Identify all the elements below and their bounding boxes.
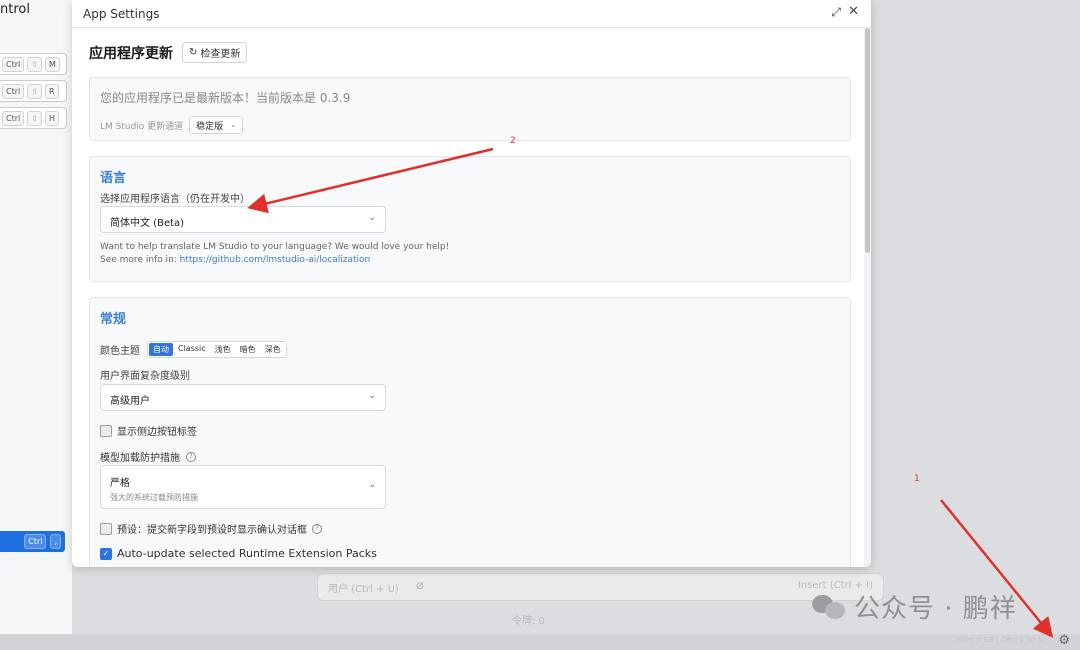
- theme-row: 颜色主题 自动 Classic 浅色 暗色 深色: [100, 341, 287, 358]
- sidebar-labels-text: 显示侧边按钮标签: [117, 427, 197, 438]
- shortcut-row[interactable]: Ctrl ⇧ H: [0, 107, 67, 129]
- sidebar-labels-row[interactable]: 显示侧边按钮标签: [100, 423, 197, 438]
- dialog-header: App Settings ⤢ ✕: [72, 0, 871, 28]
- chevron-down-icon: ⌄: [368, 480, 376, 490]
- dialog-title: App Settings: [83, 6, 160, 21]
- update-panel: 您的应用程序已是最新版本！当前版本是 0.3.9 LM Studio 更新通道 …: [89, 77, 851, 141]
- localization-link[interactable]: https://github.com/lmstudio-ai/localizat…: [180, 255, 371, 265]
- shortcut-row[interactable]: Ctrl ⇧ M: [0, 53, 67, 75]
- update-header: 应用程序更新 ↻ 检查更新: [89, 42, 248, 63]
- theme-option-light[interactable]: 浅色: [211, 343, 235, 356]
- check-update-button[interactable]: ↻ 检查更新: [182, 42, 248, 63]
- refresh-icon: ↻: [189, 47, 198, 58]
- translate-help: Want to help translate LM Studio to your…: [100, 241, 449, 267]
- language-panel: 语言 选择应用程序语言（仍在开发中） 简体中文 (Beta) ⌄ Want to…: [89, 156, 851, 282]
- theme-segmented: 自动 Classic 浅色 暗色 深色: [147, 341, 287, 358]
- general-panel: 常规 颜色主题 自动 Classic 浅色 暗色 深色 用户界面复杂度级别 高级…: [89, 297, 851, 567]
- close-icon[interactable]: ✕: [848, 4, 859, 19]
- help-prefix: See more info in:: [100, 255, 180, 265]
- annotation-label-2: 2: [510, 136, 516, 146]
- general-title: 常规: [100, 312, 127, 327]
- language-select[interactable]: 简体中文 (Beta) ⌄: [100, 206, 386, 233]
- help-icon[interactable]: ?: [186, 451, 196, 462]
- help-icon[interactable]: ?: [312, 523, 322, 534]
- kbd-key: M: [44, 56, 60, 72]
- auto-update-text: Auto-update selected Runtime Extension P…: [117, 547, 377, 560]
- translate-help-line: Want to help translate LM Studio to your…: [100, 242, 450, 252]
- kbd-ctrl: Ctrl: [24, 534, 47, 549]
- kbd-shift: ⇧: [27, 56, 42, 72]
- chevron-down-icon: ⌄: [368, 213, 376, 223]
- auto-update-row[interactable]: ✓ Auto-update selected Runtime Extension…: [100, 547, 377, 560]
- translate-help-line2: See more info in: https://github.com/lms…: [100, 254, 449, 267]
- preset-confirm-checkbox[interactable]: [100, 522, 112, 535]
- channel-row: LM Studio 更新通道 稳定版 ⌄: [100, 116, 244, 134]
- theme-label: 颜色主题: [100, 346, 140, 357]
- guard-label-row: 模型加载防护措施 ?: [100, 449, 196, 464]
- preset-confirm-row[interactable]: 预设：提交新字段到预设时显示确认对话框 ?: [100, 521, 322, 536]
- complexity-select[interactable]: 高级用户 ⌄: [100, 384, 386, 411]
- scrollbar[interactable]: [864, 28, 871, 567]
- app-settings-dialog: App Settings ⤢ ✕ 应用程序更新 ↻ 检查更新 您的应用程序已是最…: [72, 0, 871, 567]
- theme-option-auto[interactable]: 自动: [149, 343, 173, 356]
- theme-option-dark[interactable]: 暗色: [236, 343, 260, 356]
- channel-select[interactable]: 稳定版 ⌄: [189, 116, 244, 134]
- kbd-shift: ⇧: [27, 83, 42, 99]
- kbd-ctrl: Ctrl: [2, 110, 25, 126]
- update-status: 您的应用程序已是最新版本！当前版本是 0.3.9: [100, 91, 351, 105]
- token-count: 令牌: 0: [512, 616, 545, 627]
- settings-gear-icon[interactable]: ⚙: [1058, 633, 1070, 648]
- guard-subtitle: 强大的系统过载预防措施: [110, 493, 198, 502]
- preset-confirm-text: 预设：提交新字段到预设时显示确认对话框: [117, 525, 307, 536]
- theme-option-deep[interactable]: 深色: [261, 343, 285, 356]
- kbd-key: H: [44, 110, 59, 126]
- kbd-comma: ,: [50, 534, 61, 549]
- attach-icon[interactable]: ⌀: [416, 578, 424, 593]
- settings-shortcut-row[interactable]: Ctrl ,: [0, 531, 65, 552]
- kbd-shift: ⇧: [27, 110, 42, 126]
- kbd-ctrl: Ctrl: [2, 83, 25, 99]
- chevron-down-icon: ⌄: [368, 391, 376, 401]
- chevron-down-icon: ⌄: [230, 121, 237, 129]
- chat-input-placeholder: 用户 (Ctrl + U): [328, 584, 399, 595]
- background-sidebar: ntrol Ctrl ⇧ M Ctrl ⇧ R Ctrl ⇧ H Ctrl ,: [0, 0, 72, 650]
- language-label: 选择应用程序语言（仍在开发中）: [100, 194, 250, 205]
- annotation-label-1: 1: [914, 474, 920, 484]
- update-heading: 应用程序更新: [89, 45, 173, 62]
- scrollbar-thumb[interactable]: [865, 28, 870, 253]
- status-bar: RAM: 0 GB | CPU: 0.00 % ⚙: [0, 633, 1080, 650]
- background-title: ntrol: [0, 2, 30, 17]
- complexity-value: 高级用户: [110, 396, 150, 407]
- kbd-key: R: [44, 83, 59, 99]
- auto-update-checkbox[interactable]: ✓: [100, 547, 112, 560]
- language-value: 简体中文 (Beta): [110, 218, 185, 229]
- watermark-text: 公众号 · 鹏祥: [854, 594, 1017, 624]
- sidebar-labels-checkbox[interactable]: [100, 424, 112, 437]
- kbd-ctrl: Ctrl: [2, 56, 25, 72]
- watermark: 公众号 · 鹏祥: [812, 588, 1017, 625]
- chat-input[interactable]: 用户 (Ctrl + U) ⌀ Insert (Ctrl + I): [317, 573, 884, 601]
- channel-label: LM Studio 更新通道: [100, 121, 184, 132]
- complexity-label: 用户界面复杂度级别: [100, 371, 190, 382]
- system-stats: RAM: 0 GB | CPU: 0.00 %: [957, 636, 1044, 644]
- language-title: 语言: [100, 171, 127, 186]
- guard-value: 严格: [110, 478, 130, 489]
- channel-value: 稳定版: [196, 121, 224, 132]
- guardrails-select[interactable]: 严格 强大的系统过载预防措施 ⌄: [100, 465, 386, 509]
- shortcut-row[interactable]: Ctrl ⇧ R: [0, 80, 67, 102]
- guard-label: 模型加载防护措施: [100, 453, 180, 464]
- expand-icon[interactable]: ⤢: [831, 5, 841, 20]
- wechat-logo-icon: [812, 592, 848, 622]
- check-update-label: 检查更新: [200, 49, 241, 60]
- theme-option-classic[interactable]: Classic: [174, 343, 210, 356]
